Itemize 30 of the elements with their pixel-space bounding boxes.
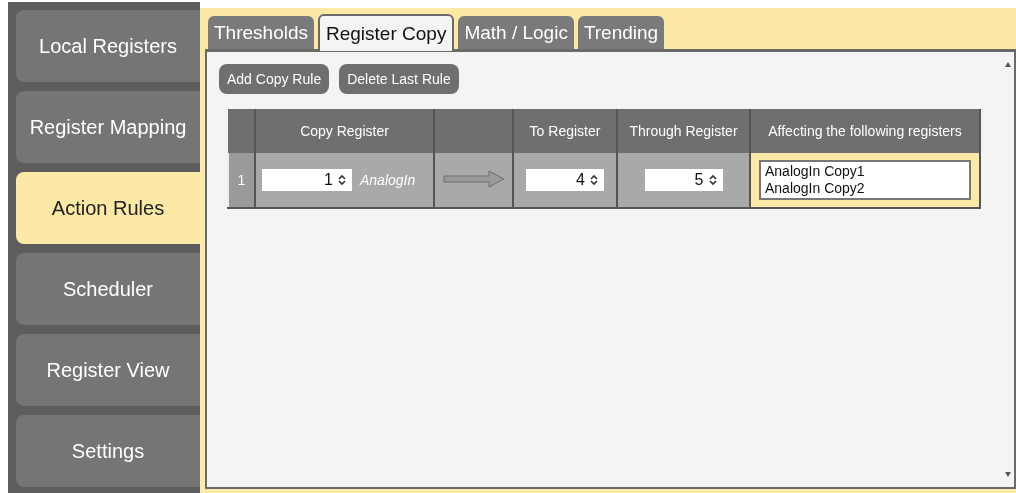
register-name: AnalogIn [360, 172, 416, 188]
list-item: AnalogIn Copy1 [765, 163, 866, 180]
sidebar-item[interactable]: Settings [16, 415, 200, 487]
number-field[interactable]: 5 [644, 169, 723, 191]
column-header: To Register [513, 109, 617, 153]
header-cell [228, 109, 255, 153]
spinner-icon[interactable] [590, 174, 598, 186]
scroll-down-icon[interactable] [1005, 472, 1011, 477]
scroll-up-icon[interactable] [1005, 62, 1011, 67]
column-header: Copy Register [255, 109, 434, 153]
arrow-icon [442, 169, 505, 188]
tab[interactable]: Trending [577, 16, 665, 49]
number-field[interactable]: 1 [262, 169, 352, 191]
action-button[interactable]: Delete Last Rule [339, 64, 459, 94]
sidebar-item[interactable]: Action Rules [16, 172, 200, 244]
tab[interactable]: Register Copy [318, 14, 455, 51]
sidebar-item[interactable]: Local Registers [16, 10, 200, 82]
column-header: Through Register [617, 109, 750, 153]
sidebar-item[interactable]: Scheduler [16, 253, 200, 325]
sidebar-item[interactable]: Register Mapping [16, 91, 200, 163]
spinner-icon[interactable] [338, 174, 346, 186]
tab[interactable]: Thresholds [208, 16, 314, 49]
spinner-icon[interactable] [708, 174, 717, 186]
tab[interactable]: Math / Logic [458, 16, 574, 49]
action-button[interactable]: Add Copy Rule [219, 64, 330, 94]
row-number: 1 [228, 153, 255, 208]
number-field[interactable]: 4 [526, 169, 604, 191]
list-item: AnalogIn Copy2 [765, 180, 866, 197]
column-header: Affecting the following registers [750, 109, 980, 153]
sidebar-item[interactable]: Register View [16, 334, 200, 406]
